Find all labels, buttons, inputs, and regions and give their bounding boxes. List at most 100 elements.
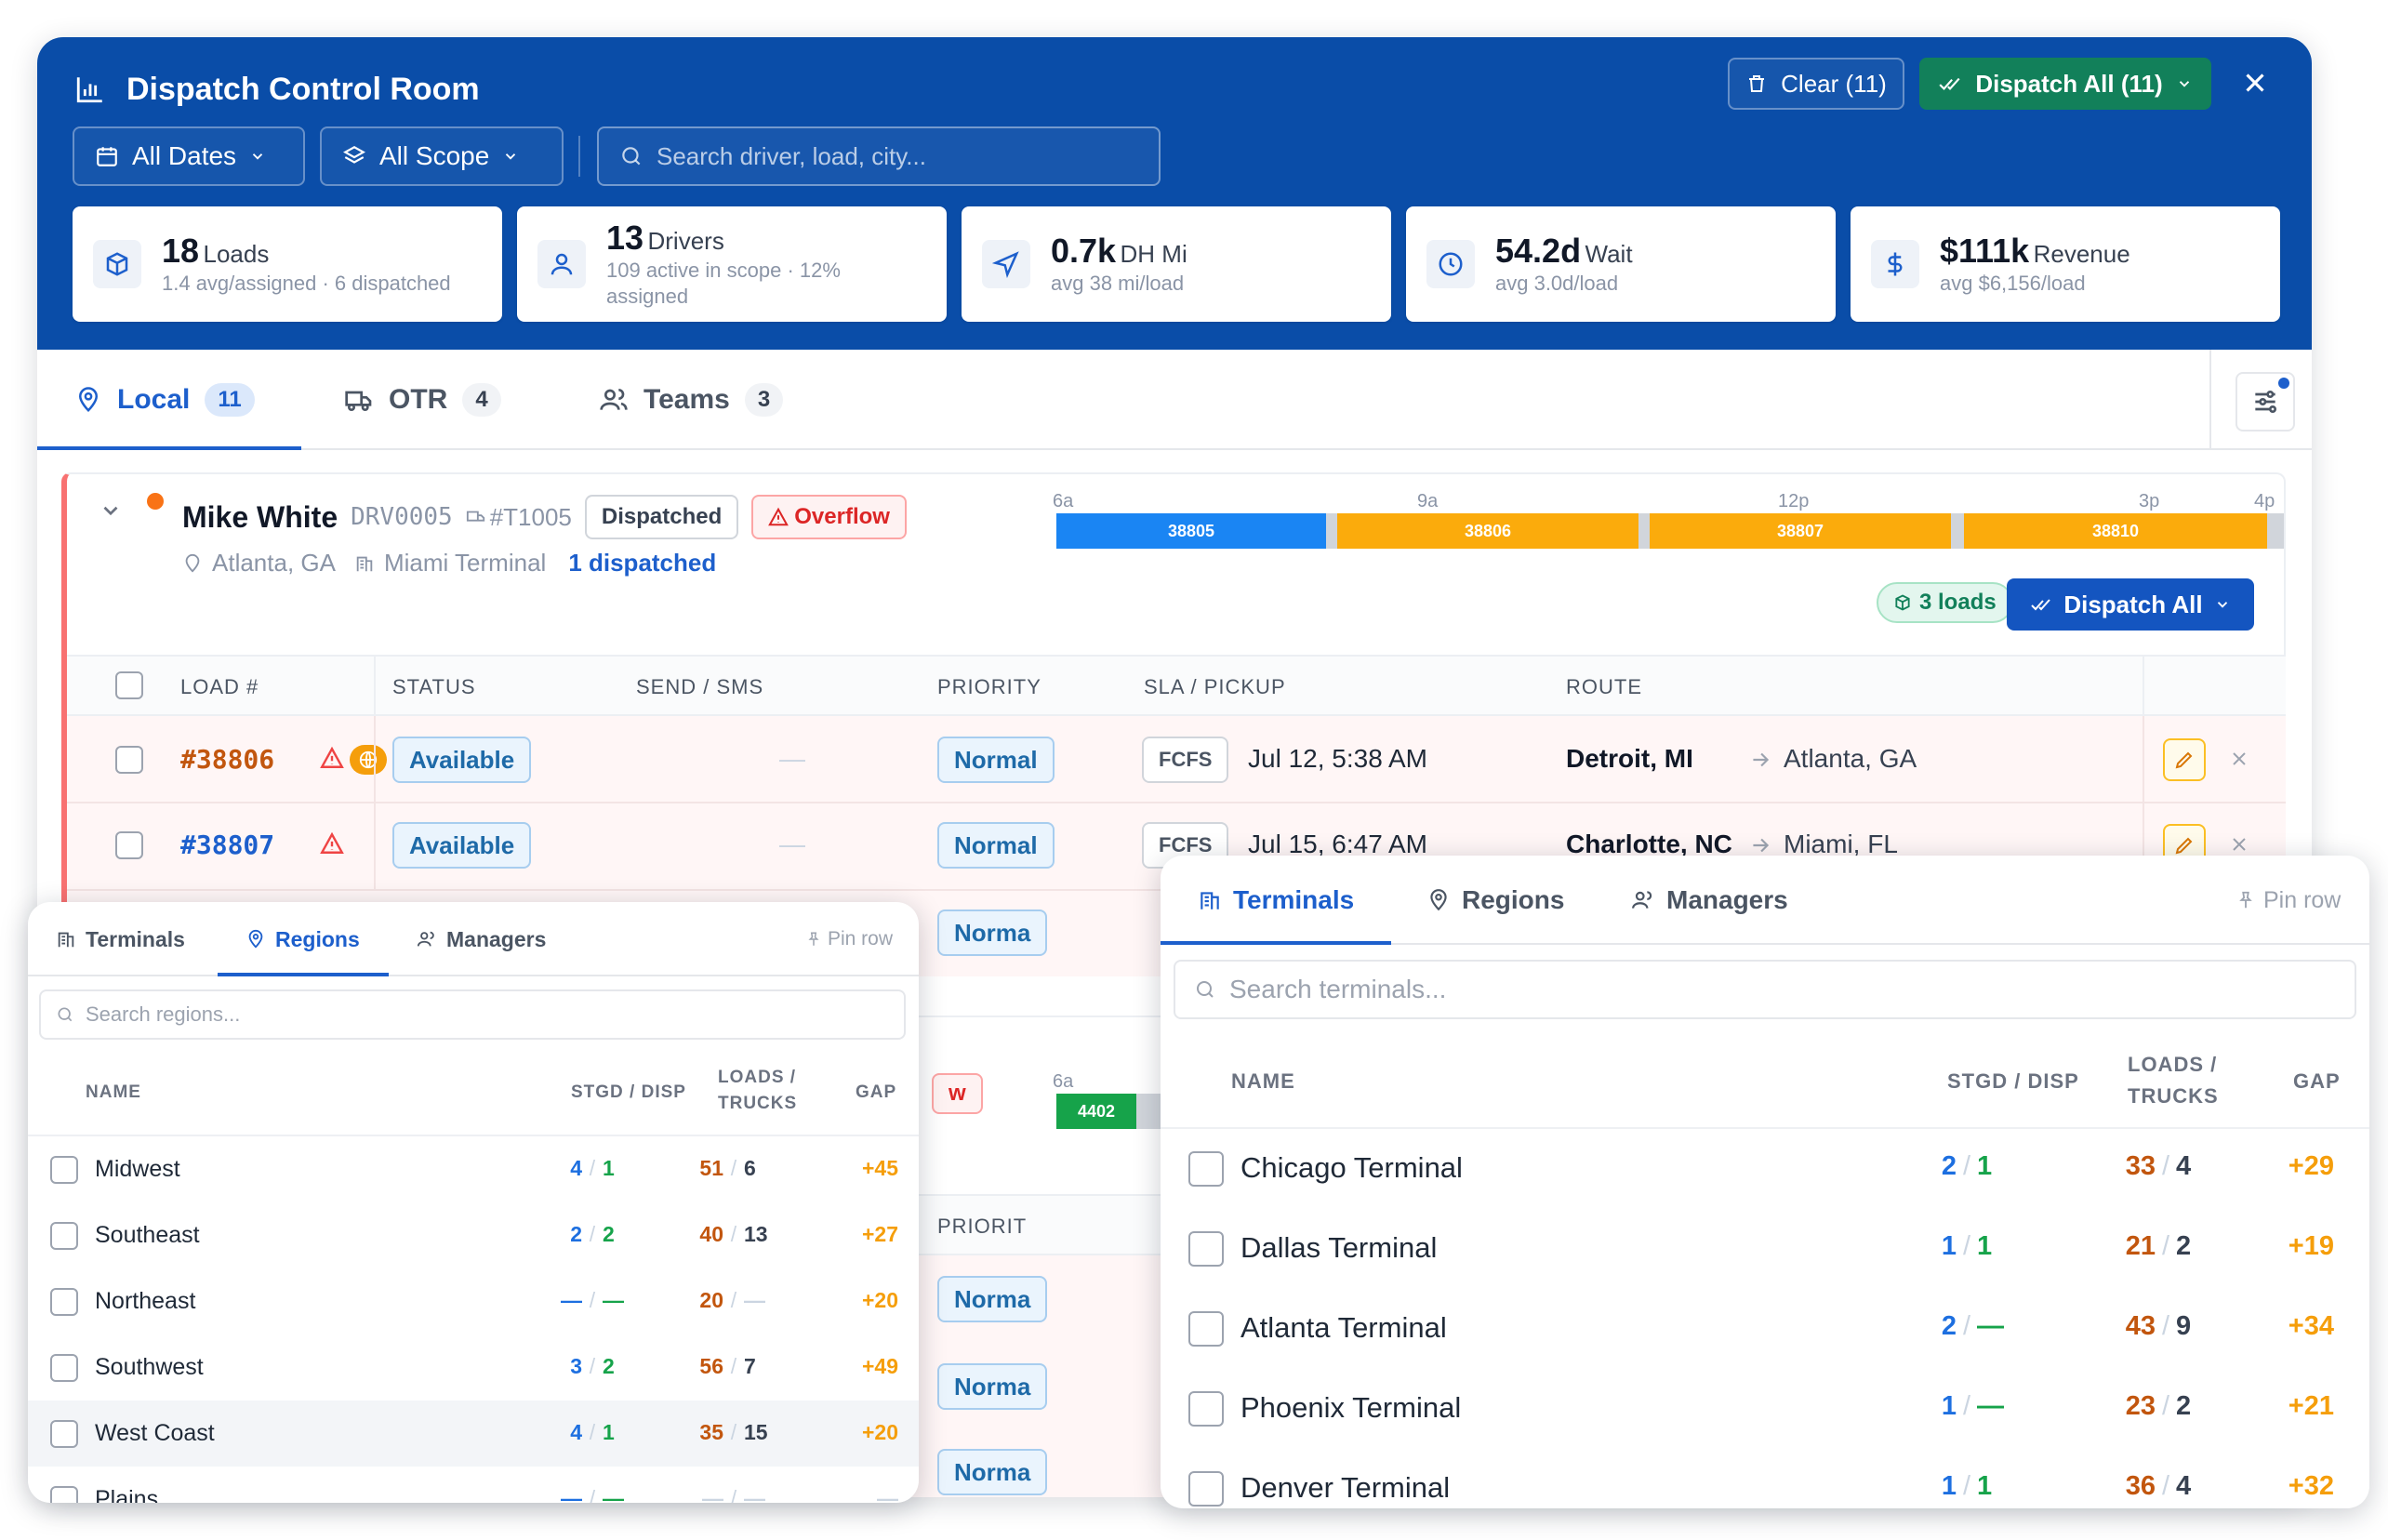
row-checkbox[interactable] — [115, 831, 143, 859]
col-header-sms: SEND / SMS — [636, 675, 764, 698]
row-checkbox[interactable] — [115, 746, 143, 774]
tab-managers[interactable]: Managers — [1631, 856, 1788, 945]
trucks-value: 4 — [2176, 1471, 2192, 1502]
list-item[interactable]: Southwest 3 / 2 56 / 7 +49 — [28, 1334, 919, 1401]
chevron-down-icon — [2176, 75, 2193, 92]
row-checkbox[interactable] — [50, 1353, 78, 1382]
stat-label: Loads — [203, 240, 270, 268]
list-item[interactable]: Dallas Terminal 1/1 21/2 +19 — [1161, 1209, 2369, 1289]
stat-sub: 109 active in scope · 12% assigned — [606, 259, 841, 308]
pin-row-button[interactable]: Pin row — [805, 902, 893, 976]
stat-value: 13 — [606, 219, 644, 257]
row-checkbox[interactable] — [1188, 1471, 1224, 1507]
load-number[interactable]: #38807 — [180, 830, 274, 860]
status-badge: Available — [392, 822, 532, 869]
stat-sub: avg 3.0d/load — [1495, 272, 1619, 295]
stgd-value: 3 — [570, 1353, 582, 1378]
dispatched-count-link[interactable]: 1 dispatched — [568, 549, 716, 578]
priority-badge[interactable]: Normal — [937, 822, 1055, 869]
list-item[interactable]: Denver Terminal 1/1 36/4 +32 — [1161, 1449, 2369, 1508]
dispatch-all-driver-button[interactable]: Dispatch All — [2007, 578, 2254, 631]
select-all-checkbox[interactable] — [115, 671, 143, 699]
chevron-down-icon[interactable] — [99, 498, 123, 523]
filter-settings-button[interactable] — [2235, 372, 2295, 431]
route-to: Atlanta, GA — [1784, 744, 1917, 773]
close-icon[interactable] — [2239, 67, 2271, 99]
priority-badge[interactable]: Normal — [937, 737, 1055, 783]
col-header-stgd: STGD / DISP — [571, 1082, 686, 1102]
priority-badge[interactable]: Norma — [937, 1276, 1048, 1322]
dates-dropdown[interactable]: All Dates — [73, 126, 305, 186]
list-item[interactable]: West Coast 4 / 1 35 / 15 +20 — [28, 1401, 919, 1467]
trucks-value: 9 — [2176, 1311, 2192, 1342]
divider — [578, 136, 580, 177]
notification-dot — [2278, 378, 2289, 389]
trucks-value: 4 — [2176, 1151, 2192, 1182]
list-item[interactable]: Southeast 2 / 2 40 / 13 +27 — [28, 1202, 919, 1268]
timeline-segment[interactable]: 38807 — [1650, 513, 1951, 549]
tab-managers[interactable]: Managers — [417, 902, 546, 976]
list-item[interactable]: Chicago Terminal 2/1 33/4 +29 — [1161, 1129, 2369, 1209]
list-item[interactable]: Midwest 4 / 1 51 / 6 +45 — [28, 1136, 919, 1202]
driver-location: Atlanta, GA Miami Terminal 1 dispatched — [182, 549, 716, 578]
row-checkbox[interactable] — [50, 1287, 78, 1316]
search-regions-input[interactable]: Search regions... — [39, 989, 906, 1040]
row-checkbox[interactable] — [50, 1221, 78, 1250]
pickup-time: Jul 12, 5:38 AM — [1248, 744, 1428, 773]
row-checkbox[interactable] — [50, 1419, 78, 1448]
truck-number: #T1005 — [489, 502, 572, 531]
tab-local[interactable]: Local 11 — [74, 350, 255, 450]
timeline-segment[interactable]: 38806 — [1337, 513, 1638, 549]
search-input[interactable]: Search driver, load, city... — [597, 126, 1161, 186]
disp-value: — — [1977, 1391, 2004, 1422]
divider — [2143, 716, 2144, 803]
gap-value: +21 — [2288, 1391, 2334, 1422]
loads-value: 20 — [699, 1287, 723, 1312]
layers-icon — [342, 144, 366, 168]
row-checkbox[interactable] — [1188, 1391, 1224, 1427]
tab-regions[interactable]: Regions — [245, 902, 360, 976]
stat-label: Drivers — [647, 227, 724, 255]
stat-revenue: $111k Revenue avg $6,156/load — [1851, 206, 2280, 322]
separator: / — [730, 1287, 737, 1312]
row-checkbox[interactable] — [1188, 1311, 1224, 1347]
list-item[interactable]: Atlanta Terminal 2/—43/9 +34 — [1161, 1289, 2369, 1369]
list-item[interactable]: Plains — / — — / — — — [28, 1467, 919, 1503]
scope-dropdown[interactable]: All Scope — [320, 126, 564, 186]
active-tab-indicator — [37, 446, 301, 450]
priority-badge[interactable]: Norma — [937, 1449, 1048, 1495]
clear-button[interactable]: Clear (11) — [1728, 58, 1904, 110]
timeline-segment[interactable]: 38805 — [1056, 513, 1326, 549]
timeline-segment[interactable]: 38810 — [1964, 513, 2267, 549]
pin-row-label: Pin row — [2263, 886, 2342, 913]
stat-loads: 18 Loads 1.4 avg/assigned · 6 dispatched — [73, 206, 502, 322]
tab-label: Terminals — [1233, 885, 1355, 914]
tab-teams[interactable]: Teams 3 — [599, 350, 784, 450]
edit-button[interactable] — [2163, 738, 2206, 781]
remove-icon[interactable] — [2228, 748, 2250, 770]
row-checkbox[interactable] — [1188, 1231, 1224, 1267]
driver-name[interactable]: Mike White — [182, 500, 338, 535]
tab-count: 4 — [462, 383, 501, 417]
separator: / — [589, 1221, 596, 1246]
priority-badge[interactable]: Norma — [937, 1363, 1048, 1410]
pin-row-button[interactable]: Pin row — [2235, 856, 2341, 945]
list-item[interactable]: Northeast — / — 20 / — +20 — [28, 1268, 919, 1334]
row-checkbox[interactable] — [50, 1485, 78, 1503]
status-badge: Available — [392, 737, 532, 783]
load-number[interactable]: #38806 — [180, 744, 274, 775]
remove-icon[interactable] — [2228, 833, 2250, 856]
search-terminals-input[interactable]: Search terminals... — [1174, 960, 2356, 1019]
col-header-priority: PRIORITY — [937, 675, 1041, 698]
list-item[interactable]: Phoenix Terminal 1/—23/2 +21 — [1161, 1369, 2369, 1449]
row-checkbox[interactable] — [50, 1155, 78, 1184]
table-row[interactable]: #38806 Available — Normal FCFS Jul 12, 5… — [67, 716, 2286, 803]
tab-terminals[interactable]: Terminals — [56, 902, 185, 976]
dispatch-all-top-button[interactable]: Dispatch All (11) — [1919, 58, 2211, 110]
tab-otr[interactable]: OTR 4 — [344, 350, 501, 450]
timeline-segment[interactable]: 4402 — [1056, 1094, 1136, 1129]
row-checkbox[interactable] — [1188, 1151, 1224, 1187]
tab-regions[interactable]: Regions — [1426, 856, 1564, 945]
tab-terminals[interactable]: Terminals — [1198, 856, 1354, 945]
priority-badge[interactable]: Norma — [937, 909, 1048, 956]
